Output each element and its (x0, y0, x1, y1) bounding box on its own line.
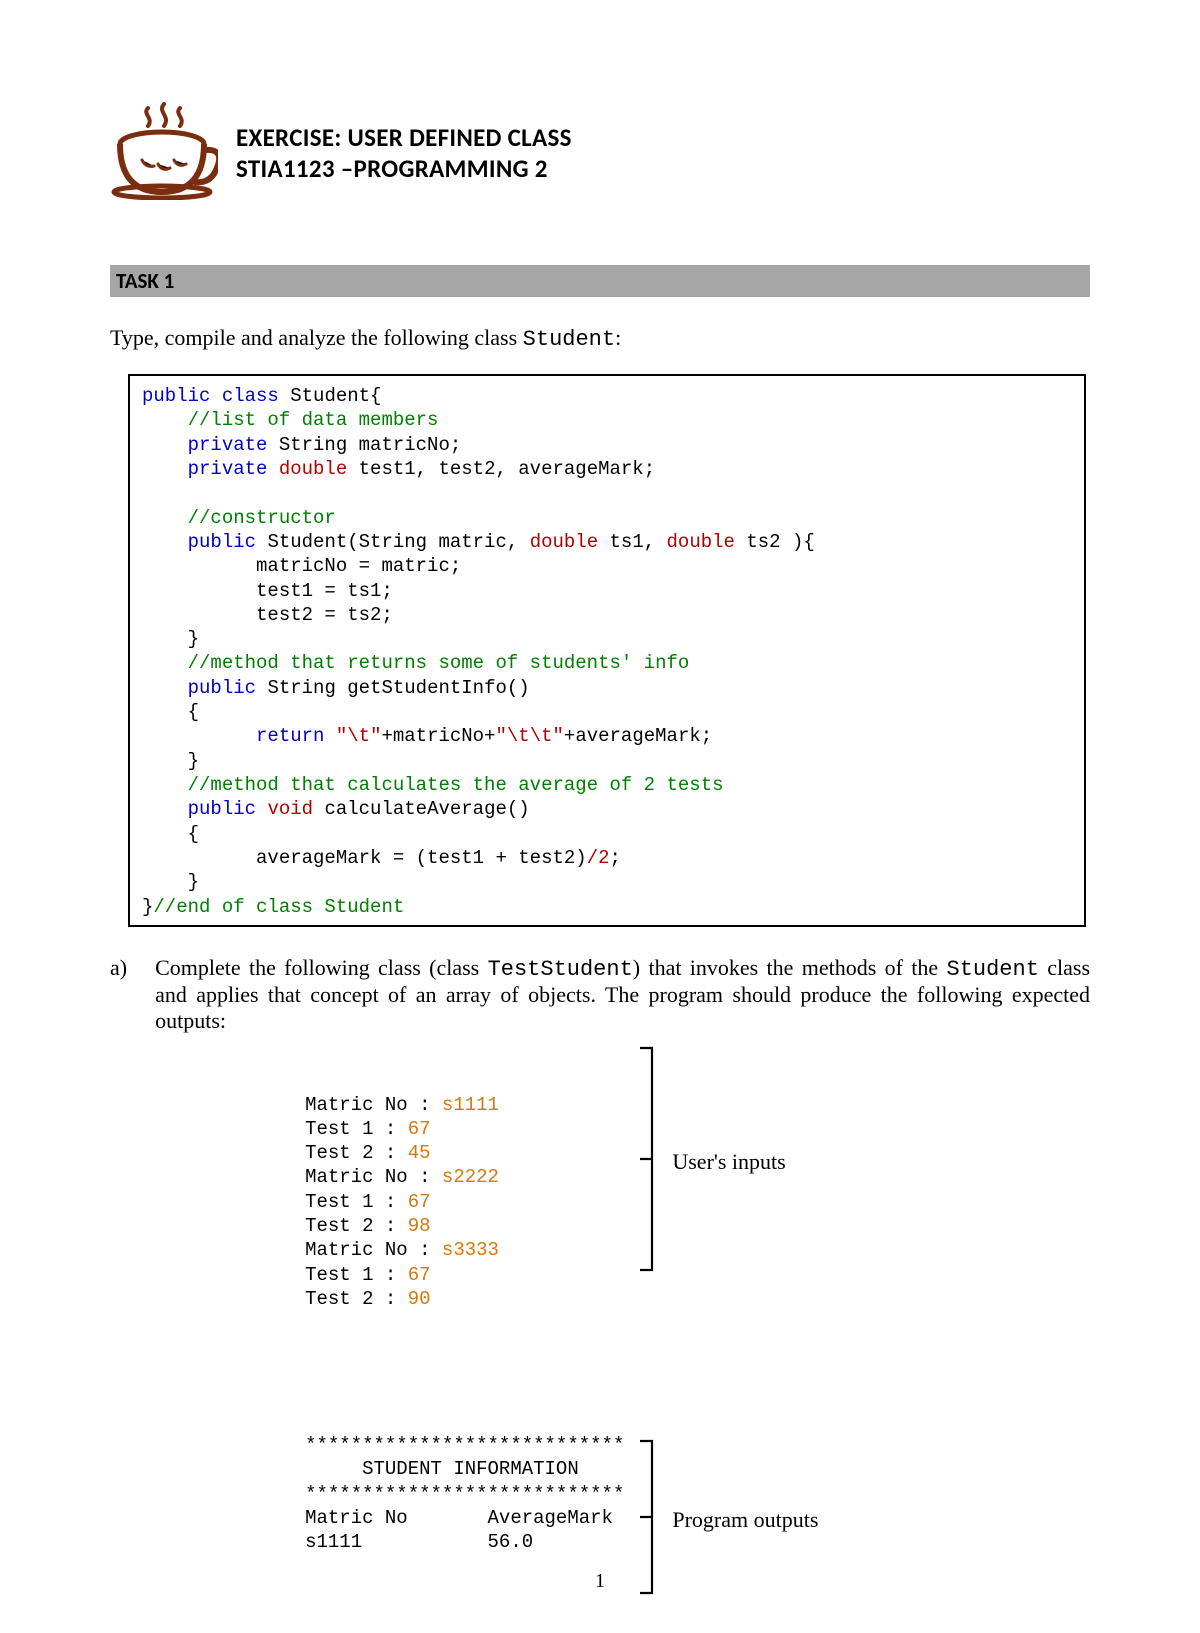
question-body: Complete the following class (class Test… (155, 955, 1090, 1603)
bracket-icon (636, 1044, 658, 1280)
page: EXERCISE: USER DEFINED CLASS STIA1123 –P… (0, 0, 1200, 1633)
document-header: EXERCISE: USER DEFINED CLASS STIA1123 –P… (110, 100, 1090, 205)
header-text: EXERCISE: USER DEFINED CLASS STIA1123 –P… (236, 122, 572, 184)
output-text: Matric No : s1111 Test 1 : 67 Test 2 : 4… (155, 1044, 624, 1603)
user-inputs-block: Matric No : s1111 Test 1 : 67 Test 2 : 4… (305, 1093, 624, 1312)
q-text-1: Complete the following class (class (155, 955, 487, 980)
code-listing: public class Student{ //list of data mem… (128, 374, 1086, 927)
intro-text-prefix: Type, compile and analyze the following … (110, 325, 523, 350)
inputs-brace-group: User's inputs (636, 1044, 818, 1280)
program-output-block: **************************** STUDENT INF… (305, 1433, 624, 1555)
coffee-cup-icon (110, 100, 218, 205)
intro-paragraph: Type, compile and analyze the following … (110, 325, 1090, 352)
intro-text-suffix: : (615, 325, 621, 350)
page-number: 1 (0, 1570, 1200, 1593)
question-label: a) (110, 955, 127, 1603)
outputs-label: Program outputs (672, 1507, 818, 1533)
intro-code-word: Student (523, 327, 615, 352)
q-code-2: Student (946, 957, 1038, 982)
task-heading: TASK 1 (110, 265, 1090, 297)
inputs-label: User's inputs (672, 1149, 785, 1175)
expected-output-section: Matric No : s1111 Test 1 : 67 Test 2 : 4… (155, 1044, 1090, 1603)
brace-column: User's inputs Program outputs (624, 1044, 826, 1603)
q-text-2: ) that invokes the methods of the (633, 955, 947, 980)
blank-line (305, 1360, 624, 1384)
question-a: a) Complete the following class (class T… (110, 955, 1090, 1603)
q-code-1: TestStudent (488, 957, 633, 982)
course-code: STIA1123 –PROGRAMMING 2 (236, 153, 572, 184)
exercise-title: EXERCISE: USER DEFINED CLASS (236, 122, 572, 153)
